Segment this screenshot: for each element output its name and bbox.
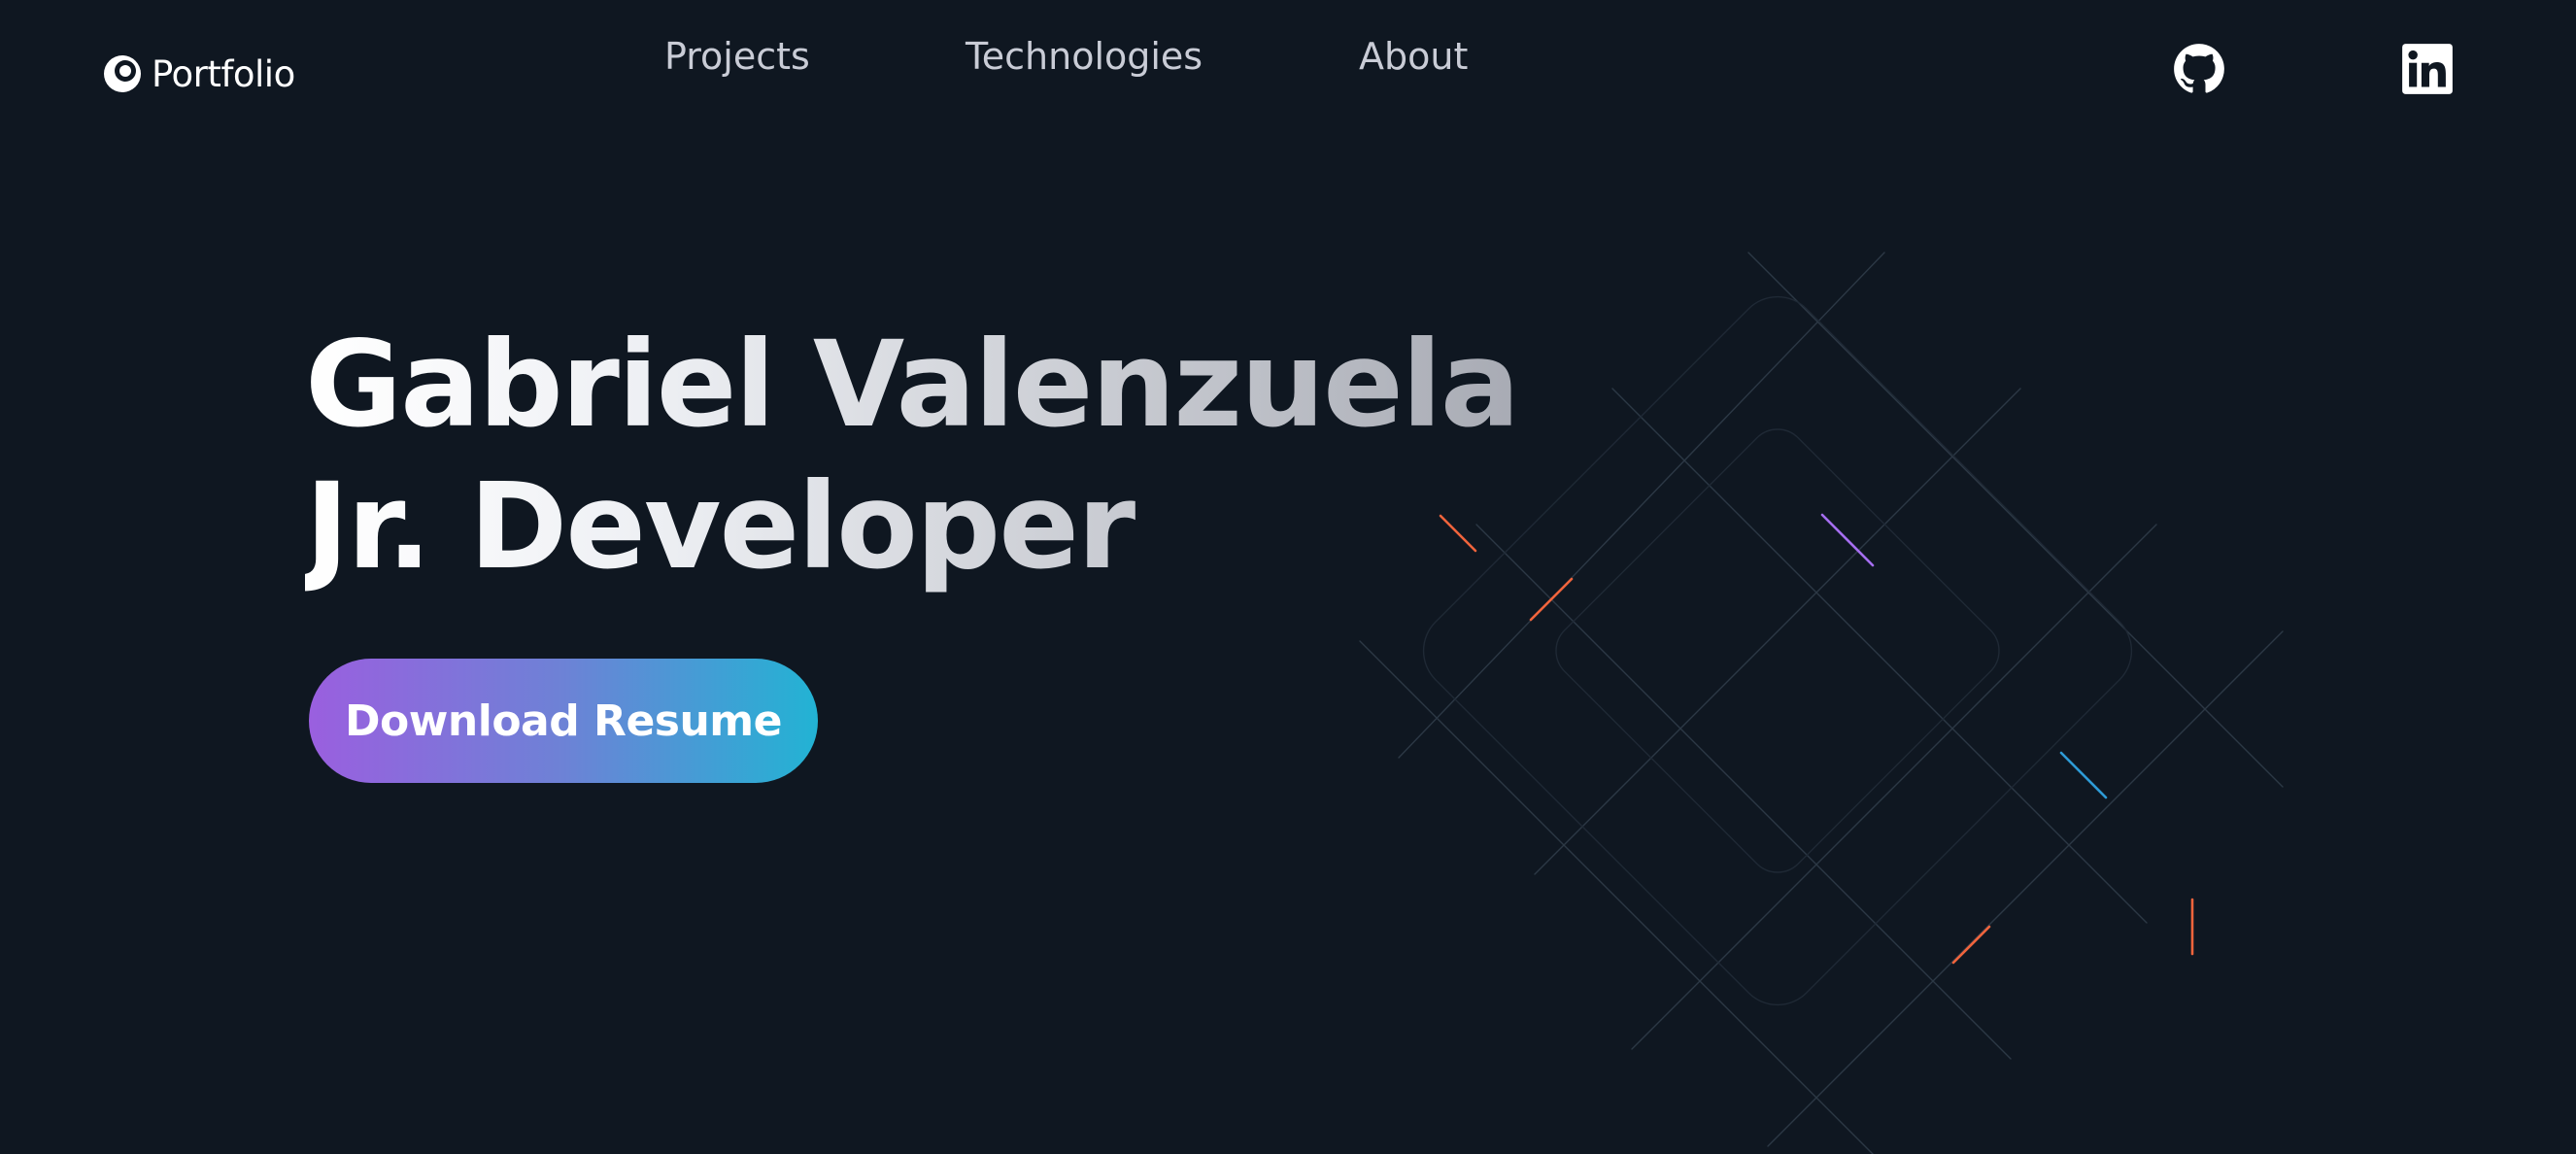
logo-text: Portfolio <box>152 52 295 95</box>
nav-link-about[interactable]: About <box>1359 33 1468 80</box>
github-icon <box>2174 44 2224 93</box>
hero-role: Jr. Developer <box>305 458 1135 595</box>
nav-link-projects[interactable]: Projects <box>664 33 810 80</box>
logo-link[interactable]: Portfolio <box>101 49 295 99</box>
linkedin-icon <box>2402 44 2453 94</box>
hero-name: Gabriel Valenzuela <box>305 316 1519 454</box>
portfolio-logo-icon <box>104 55 141 92</box>
linkedin-link[interactable] <box>2401 43 2454 95</box>
github-link[interactable] <box>2173 43 2225 95</box>
hero-title: Gabriel Valenzuela Jr. Developer <box>305 314 1518 597</box>
download-resume-button[interactable]: Download Resume <box>309 659 818 783</box>
nav-link-technologies[interactable]: Technologies <box>966 33 1203 80</box>
